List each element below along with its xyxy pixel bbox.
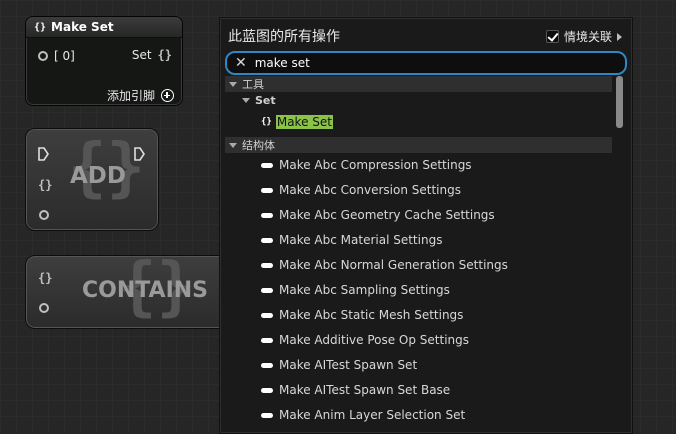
node-label: ADD (70, 163, 126, 189)
node-label: CONTAINS (82, 278, 209, 303)
list-item[interactable]: Make Abc Normal Generation Settings (261, 258, 508, 272)
exec-out-icon[interactable] (134, 147, 145, 161)
output-pin-set[interactable]: Set {} (132, 48, 172, 62)
expand-arrow-icon[interactable] (242, 98, 250, 103)
input-pin-label: [ 0] (54, 49, 75, 63)
struct-icon (261, 212, 273, 218)
make-set-node[interactable]: {} Make Set [ 0] Set {} 添加引脚 (25, 16, 183, 106)
menu-title: 此蓝图的所有操作 (228, 29, 340, 45)
list-item[interactable]: Make AITest Spawn Set Base (261, 383, 450, 397)
struct-icon (261, 312, 273, 318)
list-item-label: Make Abc Compression Settings (279, 158, 472, 172)
list-item-make-set[interactable]: {} Make Set (261, 115, 333, 129)
search-box[interactable]: ✕ (225, 51, 627, 75)
context-label: 情境关联 (563, 30, 612, 44)
struct-icon (261, 162, 273, 168)
list-item[interactable]: Make Abc Static Mesh Settings (261, 308, 463, 322)
node-header[interactable]: {} Make Set (26, 17, 182, 38)
expand-arrow-icon[interactable] (229, 142, 237, 148)
action-menu[interactable]: 此蓝图的所有操作 情境关联 ✕ 工具 Set {} Make Set 结构体 M… (219, 17, 633, 434)
list-item[interactable]: Make Abc Sampling Settings (261, 283, 450, 297)
struct-icon (261, 262, 273, 268)
category-tools[interactable]: 工具 (225, 76, 612, 92)
list-item-label: Make AITest Spawn Set Base (279, 383, 451, 397)
subcategory-label: Set (255, 94, 276, 107)
struct-icon (261, 387, 273, 393)
set-pin-icon[interactable]: {} (38, 271, 52, 285)
struct-icon (261, 412, 273, 418)
context-checkbox[interactable] (545, 30, 559, 43)
category-label: 工具 (242, 78, 264, 91)
struct-icon (261, 237, 273, 243)
list-item-label: Make Abc Material Settings (279, 233, 443, 247)
list-item-label: Make Abc Static Mesh Settings (279, 308, 464, 322)
list-item[interactable]: Make Anim Layer Selection Set (261, 408, 465, 422)
input-pin-0[interactable]: [ 0] (38, 49, 75, 63)
list-item-label: Make Anim Layer Selection Set (279, 408, 466, 422)
list-item[interactable]: Make AITest Spawn Set (261, 358, 417, 372)
clear-search-icon[interactable]: ✕ (235, 56, 247, 70)
struct-icon (261, 337, 273, 343)
list-item[interactable]: Make Additive Pose Op Settings (261, 333, 469, 347)
add-pin-button[interactable]: 添加引脚 (107, 87, 174, 104)
context-sensitive-toggle[interactable]: 情境关联 (545, 28, 622, 45)
chevron-right-icon[interactable] (617, 32, 622, 41)
add-pin-label: 添加引脚 (106, 89, 155, 103)
list-item-label: Make Additive Pose Op Settings (279, 333, 470, 347)
plus-circle-icon (161, 89, 174, 102)
list-item-label: Make AITest Spawn Set (279, 358, 418, 372)
struct-icon (261, 287, 273, 293)
pin-circle-icon[interactable] (39, 303, 49, 313)
list-item[interactable]: Make Abc Compression Settings (261, 158, 472, 172)
struct-icon (261, 187, 273, 193)
subcategory-set[interactable]: Set (238, 94, 276, 107)
set-icon: {} (261, 117, 272, 127)
expand-arrow-icon[interactable] (229, 81, 237, 87)
pin-circle-icon[interactable] (39, 210, 49, 220)
list-item-label: Make Abc Sampling Settings (279, 283, 450, 297)
category-label: 结构体 (242, 139, 275, 152)
list-item-label: Make Set (275, 115, 333, 129)
exec-in-icon[interactable] (38, 147, 49, 161)
set-icon: {} (34, 21, 47, 33)
list-item-label: Make Abc Normal Generation Settings (279, 258, 508, 272)
list-item[interactable]: Make Abc Geometry Cache Settings (261, 208, 495, 222)
struct-icon (261, 362, 273, 368)
pin-circle-icon[interactable] (38, 51, 48, 61)
contains-node[interactable]: {} {} CONTAINS (25, 255, 227, 329)
node-title: Make Set (51, 20, 114, 34)
add-node[interactable]: {} {} ADD (25, 128, 159, 231)
category-struct[interactable]: 结构体 (225, 137, 612, 153)
list-item-label: Make Abc Geometry Cache Settings (279, 208, 495, 222)
output-pin-label: Set (131, 48, 152, 62)
list-item[interactable]: Make Abc Material Settings (261, 233, 442, 247)
list-item[interactable]: Make Abc Conversion Settings (261, 183, 461, 197)
set-pin-icon[interactable]: {} (38, 178, 52, 192)
search-input[interactable] (254, 56, 595, 70)
scrollbar-thumb[interactable] (616, 76, 623, 128)
list-item-label: Make Abc Conversion Settings (279, 183, 461, 197)
set-pin-icon[interactable]: {} (158, 48, 172, 62)
